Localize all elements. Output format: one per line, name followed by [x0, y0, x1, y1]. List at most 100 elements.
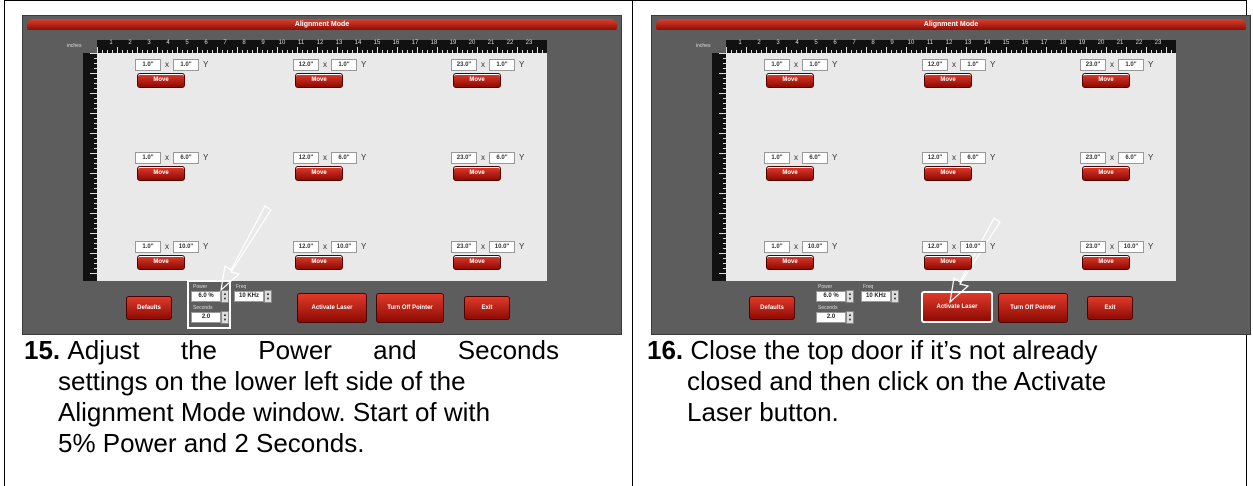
x-coordinate-field[interactable]: 1.0"	[764, 152, 790, 164]
move-button[interactable]: Move	[924, 166, 972, 181]
y-coordinate-field[interactable]: 10.0"	[173, 241, 199, 253]
move-button[interactable]: Move	[924, 255, 972, 270]
y-coordinate-field[interactable]: 6.0"	[489, 152, 515, 164]
freq-field[interactable]: 10 KHz	[861, 291, 891, 302]
move-button[interactable]: Move	[1082, 73, 1130, 88]
pointer-arrow-icon	[220, 205, 272, 292]
alignment-mode-window-step15: Alignment Mode inches 1 2 3 4 5 6 7 8 9 10 11 12 13 1…	[22, 15, 622, 335]
x-label: x	[165, 242, 169, 251]
seconds-field[interactable]: 2.0	[816, 312, 846, 323]
activate-laser-button[interactable]: Activate Laser	[297, 293, 367, 323]
y-coordinate-field[interactable]: 1.0"	[173, 59, 199, 71]
x-coordinate-field[interactable]: 12.0"	[922, 59, 948, 71]
y-coordinate-field[interactable]: 1.0"	[331, 59, 357, 71]
seconds-stepper[interactable]: ▲ ▼	[846, 311, 854, 324]
move-button[interactable]: Move	[766, 255, 814, 270]
top-ruler: 1 2 3 4 5 6 7 8 9 10 11 12 13 14 15 16 17 18 19 20 21 22 23	[726, 40, 1176, 53]
x-coordinate-field[interactable]: 1.0"	[135, 152, 161, 164]
ruler-number: 22	[1135, 40, 1143, 46]
y-coordinate-field[interactable]: 10.0"	[960, 241, 986, 253]
ruler-number: 8	[871, 40, 875, 46]
freq-stepper[interactable]: ▲ ▼	[891, 290, 899, 303]
ruler-number: 14	[354, 40, 362, 46]
exit-button[interactable]: Exit	[464, 296, 510, 320]
x-coordinate-field[interactable]: 1.0"	[764, 59, 790, 71]
y-coordinate-field[interactable]: 1.0"	[802, 59, 828, 71]
x-label: x	[952, 242, 956, 251]
x-coordinate-field[interactable]: 23.0"	[451, 241, 477, 253]
move-button[interactable]: Move	[1082, 255, 1130, 270]
y-coordinate-field[interactable]: 6.0"	[802, 152, 828, 164]
move-button[interactable]: Move	[766, 166, 814, 181]
x-coordinate-field[interactable]: 1.0"	[135, 241, 161, 253]
move-button[interactable]: Move	[453, 166, 501, 181]
power-stepper[interactable]: ▲ ▼	[846, 290, 854, 303]
seconds-label: Seconds	[818, 305, 838, 311]
x-coordinate-field[interactable]: 12.0"	[922, 152, 948, 164]
turn-off-pointer-button[interactable]: Turn Off Pointer	[998, 293, 1068, 323]
ruler-number: 19	[1078, 40, 1086, 46]
freq-label: Freq	[863, 284, 874, 290]
y-coordinate-field[interactable]: 6.0"	[331, 152, 357, 164]
move-button[interactable]: Move	[137, 73, 185, 88]
ruler-number: 17	[1040, 40, 1048, 46]
ruler-number: 13	[964, 40, 972, 46]
defaults-button[interactable]: Defaults	[126, 296, 172, 320]
x-label: x	[952, 60, 956, 69]
exit-button[interactable]: Exit	[1087, 296, 1133, 320]
y-label: Y	[832, 60, 838, 69]
y-coordinate-field[interactable]: 1.0"	[960, 59, 986, 71]
x-coordinate-field[interactable]: 1.0"	[764, 241, 790, 253]
ruler-tick	[719, 233, 726, 234]
y-coordinate-field[interactable]: 10.0"	[331, 241, 357, 253]
left-ruler	[83, 53, 97, 281]
power-field[interactable]: 6.0 %	[816, 291, 846, 302]
x-coordinate-field[interactable]: 1.0"	[135, 59, 161, 71]
move-button[interactable]: Move	[137, 255, 185, 270]
move-button[interactable]: Move	[453, 73, 501, 88]
ruler-tick	[719, 173, 726, 174]
ruler-number: 2	[128, 40, 132, 46]
y-coordinate-field[interactable]: 6.0"	[1118, 152, 1144, 164]
ruler-number: 11	[297, 40, 305, 46]
move-button[interactable]: Move	[295, 73, 343, 88]
x-coordinate-field[interactable]: 23.0"	[1080, 59, 1106, 71]
ruler-unit: inches	[67, 43, 82, 49]
move-button[interactable]: Move	[453, 255, 501, 270]
y-coordinate-field[interactable]: 10.0"	[1118, 241, 1144, 253]
ruler-number: 15	[1002, 40, 1010, 46]
x-coordinate-field[interactable]: 23.0"	[1080, 152, 1106, 164]
x-label: x	[481, 242, 485, 251]
y-coordinate-field[interactable]: 1.0"	[1118, 59, 1144, 71]
ruler-number: 6	[204, 40, 208, 46]
ruler-tick	[719, 273, 726, 274]
x-coordinate-field[interactable]: 23.0"	[1080, 241, 1106, 253]
move-button[interactable]: Move	[137, 166, 185, 181]
x-coordinate-field[interactable]: 12.0"	[922, 241, 948, 253]
turn-off-pointer-button[interactable]: Turn Off Pointer	[376, 293, 444, 323]
ruler-number: 3	[147, 40, 151, 46]
y-coordinate-field[interactable]: 10.0"	[802, 241, 828, 253]
ruler-tick	[90, 73, 97, 74]
y-coordinate-field[interactable]: 10.0"	[489, 241, 515, 253]
x-coordinate-field[interactable]: 12.0"	[293, 241, 319, 253]
move-button[interactable]: Move	[1082, 166, 1130, 181]
move-button[interactable]: Move	[766, 73, 814, 88]
y-label: Y	[519, 242, 525, 251]
x-label: x	[794, 242, 798, 251]
step-line: 5% Power and 2 Seconds.	[58, 428, 365, 458]
x-coordinate-field[interactable]: 23.0"	[451, 152, 477, 164]
ruler-tick	[90, 133, 97, 134]
ruler-number: 14	[983, 40, 991, 46]
x-coordinate-field[interactable]: 12.0"	[293, 152, 319, 164]
move-button[interactable]: Move	[295, 166, 343, 181]
x-coordinate-field[interactable]: 23.0"	[451, 59, 477, 71]
move-button[interactable]: Move	[295, 255, 343, 270]
defaults-button[interactable]: Defaults	[749, 296, 795, 320]
move-button[interactable]: Move	[924, 73, 972, 88]
x-coordinate-field[interactable]: 12.0"	[293, 59, 319, 71]
y-coordinate-field[interactable]: 6.0"	[173, 152, 199, 164]
ruler-tick	[719, 133, 726, 134]
y-coordinate-field[interactable]: 1.0"	[489, 59, 515, 71]
y-coordinate-field[interactable]: 6.0"	[960, 152, 986, 164]
